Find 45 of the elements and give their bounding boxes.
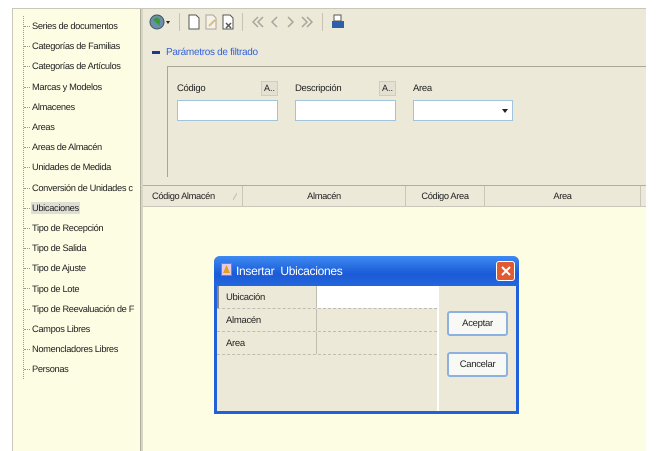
page-cross-icon[interactable] — [222, 14, 234, 30]
options-button[interactable]: A.. — [260, 80, 278, 96]
tree-item[interactable]: Tipo de Ajuste — [31, 262, 87, 274]
input-field[interactable] — [317, 286, 437, 308]
tree-item[interactable]: Tipo de Recepción — [31, 222, 104, 234]
tree-item[interactable]: Categorías de Familias — [31, 40, 121, 52]
field-label: Código — [177, 82, 206, 94]
tree-item[interactable]: Nomencladores Libres — [31, 343, 120, 356]
dropdown[interactable] — [413, 100, 513, 121]
tree-item[interactable]: Tipo de Lote — [31, 282, 80, 295]
tree-item[interactable]: Personas — [31, 363, 70, 376]
input-field[interactable] — [295, 100, 396, 121]
property-label[interactable]: Almacén — [217, 309, 317, 331]
input-field[interactable] — [177, 100, 278, 121]
dialog-button[interactable]: Cancelar — [447, 352, 508, 377]
field-label: Area — [413, 82, 432, 94]
options-button[interactable]: A.. — [378, 80, 396, 96]
globe-icon[interactable] — [149, 14, 171, 30]
property-label[interactable]: Area — [217, 332, 317, 354]
tree-item[interactable]: Areas de Almacén — [31, 141, 103, 154]
app-icon — [221, 263, 232, 279]
page-icon[interactable] — [188, 14, 200, 30]
column-header[interactable]: Area — [553, 191, 572, 201]
dialog-button[interactable]: Aceptar — [447, 311, 508, 336]
dialog-title: Insertar Ubicaciones — [236, 264, 344, 278]
tree-item[interactable]: Categorías de Artículos — [31, 60, 122, 72]
tree-item[interactable]: Almacenes — [31, 100, 76, 113]
section-title[interactable]: Parámetros de filtrado — [166, 46, 258, 58]
tree-item[interactable]: Unidades de Medida — [31, 161, 112, 174]
collapse-icon[interactable] — [152, 50, 160, 54]
tree-item[interactable]: Series de documentos — [31, 20, 119, 32]
column-header[interactable]: Almacén — [307, 191, 341, 201]
tree-item[interactable]: Tipo de Reevaluación de F — [31, 302, 136, 315]
tree-item[interactable]: Tipo de Salida — [31, 242, 88, 254]
close-icon — [500, 266, 510, 276]
column-header[interactable]: Código Area — [421, 191, 469, 201]
field-label: Descripción — [295, 82, 342, 94]
tree-item[interactable]: Ubicaciones — [31, 202, 80, 214]
column-header[interactable]: Código Almacén — [152, 191, 215, 201]
tree-item[interactable]: Areas — [31, 121, 56, 134]
printer-icon[interactable] — [331, 14, 345, 30]
tree-item[interactable]: Marcas y Modelos — [31, 80, 103, 93]
tree-item[interactable]: Campos Libres — [31, 322, 91, 335]
tree-item[interactable]: Conversión de Unidades c — [31, 182, 134, 194]
close-button[interactable] — [496, 261, 515, 281]
